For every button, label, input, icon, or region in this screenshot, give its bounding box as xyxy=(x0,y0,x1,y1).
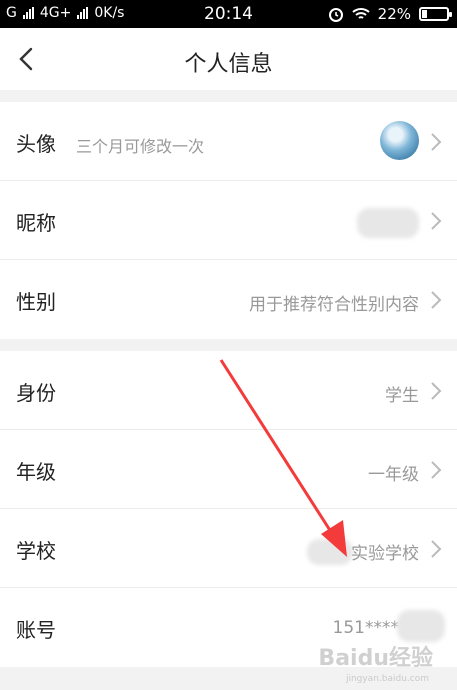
chevron-right-icon xyxy=(431,291,442,309)
row-nickname[interactable]: 昵称 xyxy=(0,181,457,260)
chevron-right-icon xyxy=(431,382,442,400)
identity-value: 学生 xyxy=(385,386,419,406)
row-label-identity: 身份 xyxy=(16,381,56,405)
gender-value: 用于推荐符合性别内容 xyxy=(249,295,419,315)
status-bar: G 4G+ 0K/s 20:14 22% xyxy=(0,0,457,28)
wifi-icon xyxy=(351,8,370,19)
row-label-gender: 性别 xyxy=(16,290,56,314)
row-label-grade: 年级 xyxy=(16,460,56,484)
battery-fill xyxy=(422,10,427,18)
row-identity[interactable]: 身份 学生 xyxy=(0,351,457,430)
chevron-right-icon xyxy=(431,212,442,230)
page-title: 个人信息 xyxy=(184,52,273,77)
battery-icon xyxy=(419,7,452,21)
alarm-icon xyxy=(328,8,343,22)
avatar-hint: 三个月可修改一次 xyxy=(76,137,205,156)
account-redacted xyxy=(397,610,445,642)
chevron-right-icon xyxy=(431,133,442,151)
watermark-logo: Baidu经验 xyxy=(318,646,433,671)
row-gender[interactable]: 性别 用于推荐符合性别内容 xyxy=(0,260,457,339)
chevron-right-icon xyxy=(431,461,442,479)
school-value: 实验学校 xyxy=(351,544,419,564)
row-school[interactable]: 学校 实验学校 xyxy=(0,509,457,588)
battery-percent: 22% xyxy=(377,5,411,23)
school-redacted xyxy=(307,539,353,565)
chevron-right-icon xyxy=(431,540,442,558)
watermark-url: jingyan.baidu.com xyxy=(345,674,429,684)
nav-bar: 个人信息 xyxy=(0,28,457,90)
row-label-school: 学校 xyxy=(16,539,56,563)
row-label-account: 账号 xyxy=(16,618,56,642)
row-label-avatar: 头像 xyxy=(16,132,56,156)
account-value: 151**** xyxy=(332,618,399,638)
account-group: 身份 学生 年级 一年级 学校 实验学校 账号 151**** xyxy=(0,351,457,667)
row-grade[interactable]: 年级 一年级 xyxy=(0,430,457,509)
row-label-nickname: 昵称 xyxy=(16,211,56,235)
avatar[interactable] xyxy=(380,121,419,160)
nickname-redacted xyxy=(357,208,419,238)
status-right: 22% xyxy=(328,5,452,23)
grade-value: 一年级 xyxy=(368,465,419,485)
